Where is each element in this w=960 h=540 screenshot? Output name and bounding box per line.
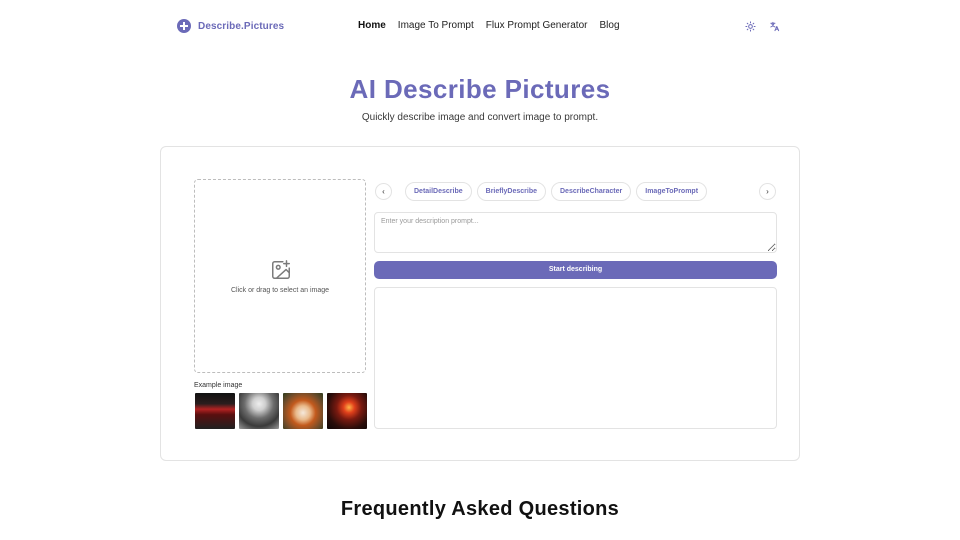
page-title: AI Describe Pictures	[349, 74, 611, 104]
add-image-icon	[270, 259, 292, 281]
tabs-scroll-left-button[interactable]: ‹	[375, 183, 392, 200]
nav-image-to-prompt[interactable]: Image To Prompt	[398, 20, 474, 31]
plus-circle-icon	[177, 19, 191, 33]
example-image-1[interactable]	[195, 393, 235, 429]
example-image-4[interactable]	[327, 393, 367, 429]
sun-icon[interactable]	[745, 21, 756, 32]
upload-hint: Click or drag to select an image	[230, 287, 330, 294]
brand-logo[interactable]: Describe.Pictures	[177, 19, 284, 33]
example-image-2[interactable]	[239, 393, 279, 429]
describe-mode-tabs: DetailDescribe BrieflyDescribe DescribeC…	[405, 182, 708, 201]
tab-image-to-prompt[interactable]: ImageToPrompt	[636, 182, 708, 201]
chevron-left-icon: ‹	[382, 187, 385, 196]
brand-name: Describe.Pictures	[198, 20, 285, 32]
image-upload-dropzone[interactable]: Click or drag to select an image	[194, 179, 366, 373]
example-image-label: Example image	[194, 382, 243, 389]
tabs-scroll-right-button[interactable]: ›	[759, 183, 776, 200]
faq-title: Frequently Asked Questions	[340, 498, 620, 520]
description-output	[374, 287, 777, 429]
main-nav: Home Image To Prompt Flux Prompt Generat…	[358, 20, 620, 31]
nav-blog[interactable]: Blog	[599, 20, 619, 31]
tab-detail-describe[interactable]: DetailDescribe	[405, 182, 472, 201]
nav-flux-prompt-generator[interactable]: Flux Prompt Generator	[486, 20, 588, 31]
page-subtitle: Quickly describe image and convert image…	[361, 112, 599, 123]
description-prompt-input[interactable]	[374, 212, 777, 253]
tab-briefly-describe[interactable]: BrieflyDescribe	[476, 182, 546, 201]
example-image-3[interactable]	[283, 393, 323, 429]
describe-panel: Click or drag to select an image Example…	[160, 146, 800, 461]
chevron-right-icon: ›	[766, 187, 769, 196]
site-header: Describe.Pictures Home Image To Prompt F…	[0, 0, 960, 54]
nav-home[interactable]: Home	[358, 20, 386, 31]
tab-describe-character[interactable]: DescribeCharacter	[551, 182, 632, 201]
example-image-list	[195, 393, 367, 429]
start-describing-button[interactable]: Start describing	[374, 261, 777, 279]
translate-icon[interactable]	[769, 21, 780, 32]
